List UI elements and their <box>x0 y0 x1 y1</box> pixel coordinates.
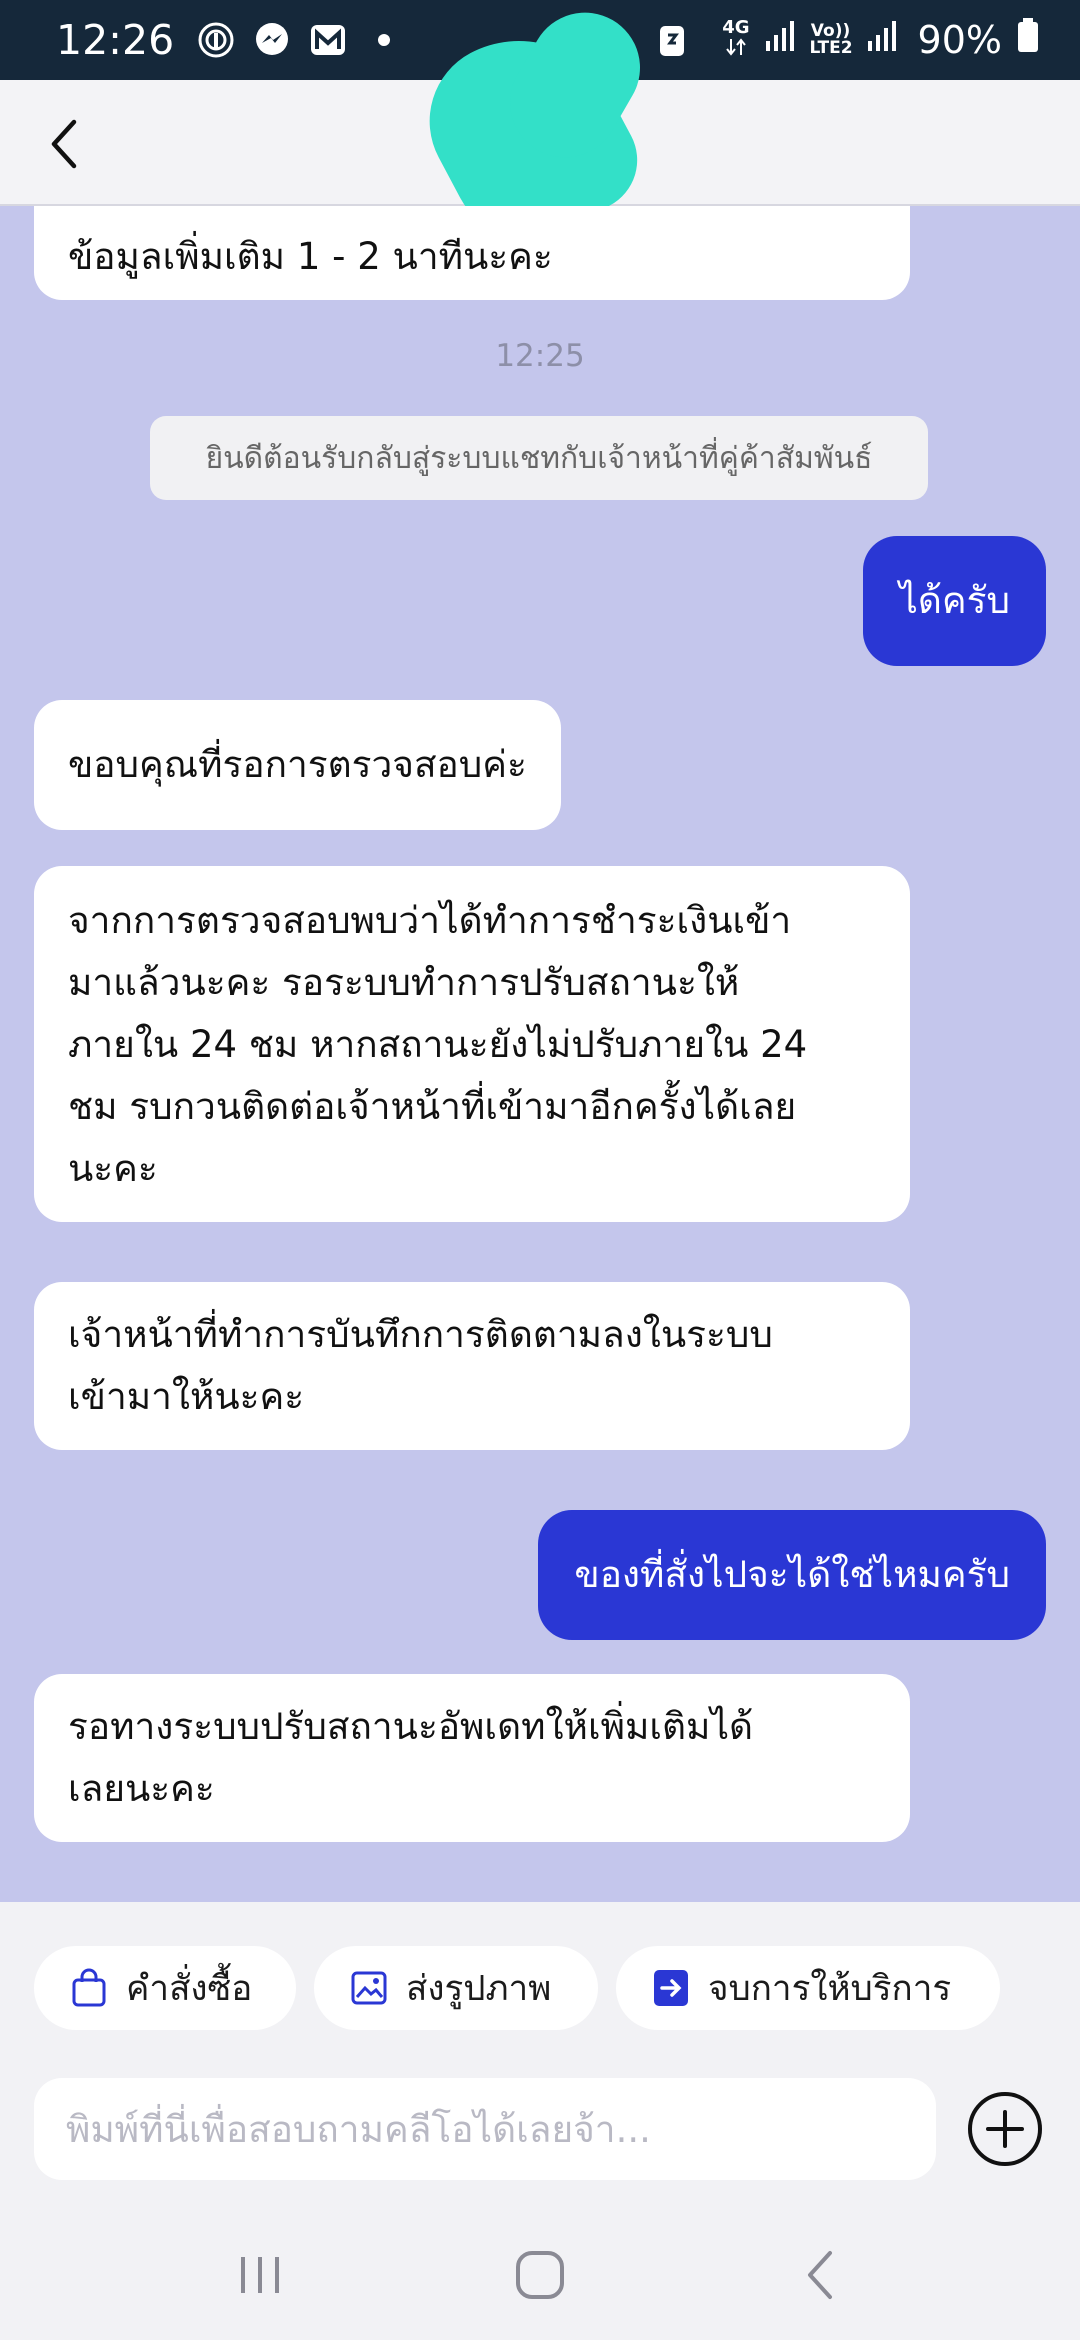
signal-bars-1-icon <box>764 17 796 63</box>
back-nav-button[interactable] <box>780 2235 860 2315</box>
message-line: เข้ามาให้นะคะ <box>68 1375 305 1418</box>
chat-messages: ข้อมูลเพิ่มเติม 1 - 2 นาทีนะคะ 12:25 ยิน… <box>0 206 1080 1902</box>
exit-icon <box>654 1970 688 2006</box>
messenger-icon <box>252 20 292 60</box>
battery-saver-icon <box>652 20 692 60</box>
battery-percent: 90% <box>917 18 1002 62</box>
system-message: ยินดีต้อนรับกลับสู่ระบบแชทกับเจ้าหน้าที่… <box>150 416 928 500</box>
send-image-label: ส่งรูปภาพ <box>406 1968 552 2009</box>
recent-apps-icon <box>241 2257 279 2293</box>
shopping-bag-icon <box>72 1968 106 2007</box>
outgoing-message: ของที่สั่งไปจะได้ใช่ไหมครับ <box>538 1510 1046 1640</box>
network-4g: 4G <box>722 19 750 61</box>
message-line: ชม รบกวนติดต่อเจ้าหน้าที่เข้ามาอีกครั้งไ… <box>68 1085 797 1128</box>
status-right: 4G Vo)) LTE2 90% <box>652 16 1040 64</box>
chat-screen: 12:26 4G Vo)) LTE2 90% ข้อมูลเพิ่มเติม 1… <box>0 0 1080 2340</box>
home-button[interactable] <box>500 2235 580 2315</box>
image-icon <box>351 1971 387 2005</box>
gmail-icon <box>308 20 348 60</box>
plus-circle-icon <box>968 2092 1042 2166</box>
message-text: ของที่สั่งไปจะได้ใช่ไหมครับ <box>574 1553 1010 1596</box>
incoming-message: จากการตรวจสอบพบว่าได้ทำการชำระเงินเข้า ม… <box>34 866 910 1222</box>
message-text: ข้อมูลเพิ่มเติม 1 - 2 นาทีนะคะ <box>68 235 553 278</box>
home-icon <box>516 2251 564 2299</box>
message-timestamp: 12:25 <box>495 338 585 374</box>
message-text: ขอบคุณที่รอการตรวจสอบค่ะ <box>68 743 527 786</box>
message-line: นะคะ <box>68 1147 158 1190</box>
more-notifications-dot <box>378 34 391 46</box>
signal-app-icon <box>196 20 236 60</box>
incoming-message: รอทางระบบปรับสถานะอัพเดทให้เพิ่มเติมได้ … <box>34 1674 910 1842</box>
message-text: ได้ครับ <box>899 579 1010 622</box>
back-nav-icon <box>808 2251 832 2299</box>
incoming-message: ข้อมูลเพิ่มเติม 1 - 2 นาทีนะคะ <box>34 206 910 300</box>
end-service-label: จบการให้บริการ <box>708 1968 952 2009</box>
back-button[interactable] <box>40 114 90 174</box>
incoming-message: เจ้าหน้าที่ทำการบันทึกการติดตามลงในระบบ … <box>34 1282 910 1450</box>
system-message-text: ยินดีต้อนรับกลับสู่ระบบแชทกับเจ้าหน้าที่… <box>205 440 873 476</box>
battery-icon <box>1016 16 1040 64</box>
system-navigation-bar <box>0 2210 1080 2340</box>
orders-button[interactable]: คำสั่งซื้อ <box>34 1946 296 2030</box>
volte-label: Vo)) LTE2 <box>809 21 853 58</box>
outgoing-message: ได้ครับ <box>863 536 1046 666</box>
message-line: เลยนะคะ <box>68 1767 215 1810</box>
incoming-message: ขอบคุณที่รอการตรวจสอบค่ะ <box>34 700 561 830</box>
end-service-button[interactable]: จบการให้บริการ <box>616 1946 1000 2030</box>
chat-header <box>0 0 1080 266</box>
message-line: รอทางระบบปรับสถานะอัพเดทให้เพิ่มเติมได้ <box>68 1705 754 1748</box>
message-line: เจ้าหน้าที่ทำการบันทึกการติดตามลงในระบบ <box>68 1313 773 1356</box>
status-time: 12:26 <box>56 16 175 64</box>
send-image-button[interactable]: ส่งรูปภาพ <box>314 1946 598 2030</box>
recent-apps-button[interactable] <box>220 2235 300 2315</box>
chevron-left-icon <box>51 119 77 169</box>
signal-bars-2-icon <box>866 17 898 63</box>
orders-label: คำสั่งซื้อ <box>126 1968 253 2009</box>
message-input[interactable] <box>34 2078 936 2180</box>
add-attachment-button[interactable] <box>966 2090 1044 2168</box>
message-line: ภายใน 24 ชม หากสถานะยังไม่ปรับภายใน 24 <box>68 1023 808 1066</box>
message-line: มาแล้วนะคะ รอระบบทำการปรับสถานะให้ <box>68 961 740 1004</box>
message-line: จากการตรวจสอบพบว่าได้ทำการชำระเงินเข้า <box>68 899 792 942</box>
